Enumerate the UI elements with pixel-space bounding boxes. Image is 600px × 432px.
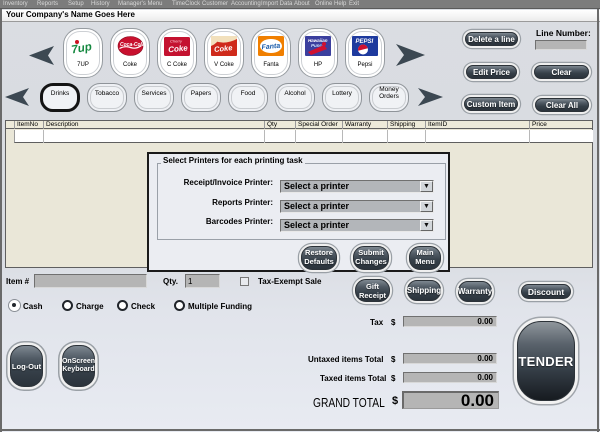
svg-text:Coke: Coke (214, 43, 233, 54)
svg-text:PEPSI: PEPSI (356, 39, 374, 45)
svg-text:7up: 7up (71, 41, 93, 55)
svg-text:Coca-Cola: Coca-Cola (120, 42, 144, 48)
svg-text:Cherry: Cherry (170, 38, 183, 43)
